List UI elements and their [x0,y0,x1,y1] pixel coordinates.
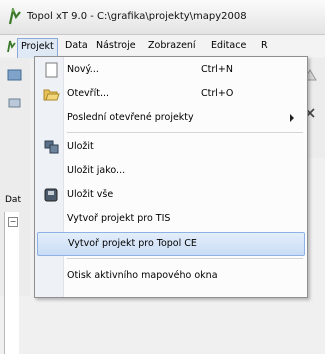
menu-data[interactable]: Data [62,38,91,54]
menu-item-ulozit[interactable]: Uložit [37,136,303,158]
menu-item-label: Poslední otevřené projekty [67,112,194,123]
menu-item-label: Uložit vše [67,189,114,200]
tree-view: − [4,212,19,354]
toolbar-layer-icon[interactable] [7,96,23,110]
projekt-dropdown-menu: Nový... Ctrl+N Otevřít... Ctrl+O Posledn… [34,56,308,298]
menu-separator [67,132,303,133]
menu-item-novy[interactable]: Nový... Ctrl+N [37,59,303,81]
menu-item-projekt-topol-ce[interactable]: Vytvoř projekt pro Topol CE [37,232,305,256]
menu-editace[interactable]: Editace [208,38,249,54]
menu-item-label: Nový... [67,64,99,75]
menu-item-ulozit-jako[interactable]: Uložit jako... [37,160,303,182]
menu-item-otevrit[interactable]: Otevřít... Ctrl+O [37,83,303,105]
new-document-icon [45,62,58,78]
menu-item-label: Vytvoř projekt pro Topol CE [68,238,197,249]
open-folder-icon [43,89,60,101]
menu-nastroje[interactable]: Nástroje [93,38,139,54]
menu-r[interactable]: R [258,38,271,54]
menu-item-label: Uložit [67,141,94,152]
menu-zobrazeni[interactable]: Zobrazení [145,38,199,54]
toolbar-map-icon[interactable] [7,68,23,82]
menu-separator [67,258,303,259]
menu-item-label: Uložit jako... [67,165,126,176]
app-logo-icon [8,8,21,25]
save-all-icon [44,188,58,202]
menu-item-otisk-okna[interactable]: Otisk aktivního mapového okna [37,265,303,287]
menu-item-posledni-projekty[interactable]: Poslední otevřené projekty [37,107,303,129]
menubar-app-icon [7,40,16,53]
menu-item-shortcut: Ctrl+N [201,64,233,75]
tree-expand-icon[interactable]: − [8,217,18,227]
menu-item-ulozit-vse[interactable]: Uložit vše [37,184,303,206]
menu-item-label: Otisk aktivního mapového okna [67,270,218,281]
save-icon [44,140,59,154]
submenu-arrow-icon [290,114,294,122]
menu-item-label: Otevřít... [67,88,109,99]
menu-item-label: Vytvoř projekt pro TIS [67,213,171,224]
menu-item-projekt-tis[interactable]: Vytvoř projekt pro TIS [37,208,303,230]
data-panel-label: Dat [5,195,21,205]
menu-item-shortcut: Ctrl+O [201,88,234,99]
menu-projekt[interactable]: Projekt [17,38,58,58]
window-title: Topol xT 9.0 - C:\grafika\projekty\mapy2… [27,11,247,22]
menubar: Projekt Data Nástroje Zobrazení Editace … [0,35,325,58]
left-toolbar: Dat − [0,58,30,354]
window-titlebar: Topol xT 9.0 - C:\grafika\projekty\mapy2… [0,0,325,35]
